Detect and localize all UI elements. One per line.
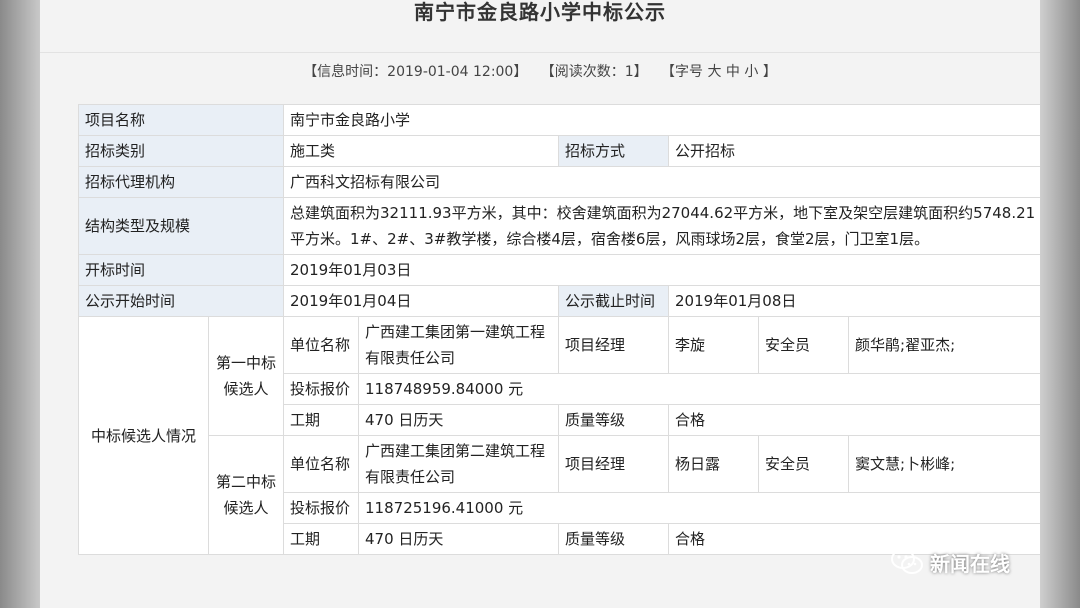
info-bar: 【信息时间：2019-01-04 12:00】 【阅读次数：1】 【字号 大 中… bbox=[40, 61, 1040, 81]
agency-value: 广西科文招标有限公司 bbox=[283, 166, 1040, 198]
title-divider bbox=[40, 52, 1040, 53]
period-label: 工期 bbox=[283, 523, 360, 555]
manager-value: 李旋 bbox=[668, 316, 760, 374]
price-label: 投标报价 bbox=[283, 492, 360, 524]
font-size-large-link[interactable]: 大 bbox=[707, 64, 721, 80]
table-row: 招标代理机构 广西科文招标有限公司 bbox=[77, 166, 1040, 198]
read-count: 【阅读次数：1】 bbox=[540, 64, 648, 80]
bid-method-label: 招标方式 bbox=[558, 135, 670, 167]
open-time-value: 2019年01月03日 bbox=[283, 254, 1040, 286]
price-value: 118748959.84000 元 bbox=[358, 373, 1040, 405]
blurred-right-edge bbox=[1040, 0, 1080, 608]
info-time: 【信息时间：2019-01-04 12:00】 bbox=[303, 64, 528, 80]
publicity-end-label: 公示截止时间 bbox=[558, 285, 670, 317]
candidates-group-label: 中标候选人情况 bbox=[78, 316, 209, 555]
table-row: 第二中标候选人 单位名称 广西建工集团第二建筑工程有限责任公司 项目经理 杨日露… bbox=[79, 435, 1040, 555]
publicity-start-value: 2019年01月04日 bbox=[283, 285, 560, 317]
candidate-rank-label: 第一中标候选人 bbox=[207, 316, 285, 436]
bid-category-value: 施工类 bbox=[283, 135, 560, 167]
table-row: 公示开始时间 2019年01月04日 公示截止时间 2019年01月08日 bbox=[77, 285, 1040, 317]
period-value: 470 日历天 bbox=[358, 404, 560, 436]
quality-label: 质量等级 bbox=[558, 404, 670, 436]
table-row: 中标候选人情况 第一中标候选人 单位名称 广西建工集团第一建筑工程有限责任公司 … bbox=[78, 316, 1040, 555]
watermark: 新闻在线 bbox=[890, 545, 1010, 579]
table-row: 结构类型及规模 总建筑面积为32111.93平方米，其中：校舍建筑面积为2704… bbox=[77, 197, 1040, 255]
price-label: 投标报价 bbox=[283, 373, 360, 405]
safety-label: 安全员 bbox=[758, 435, 850, 493]
period-label: 工期 bbox=[283, 404, 360, 436]
font-size-small-link[interactable]: 小 bbox=[744, 64, 758, 80]
project-name-label: 项目名称 bbox=[77, 104, 285, 136]
manager-label: 项目经理 bbox=[558, 316, 670, 374]
open-time-label: 开标时间 bbox=[77, 254, 285, 286]
font-size-prefix: 【字号 bbox=[661, 64, 703, 80]
structure-value: 总建筑面积为32111.93平方米，其中：校舍建筑面积为27044.62平方米，… bbox=[283, 197, 1040, 255]
table-row: 项目名称 南宁市金良路小学 bbox=[77, 104, 1040, 136]
unit-value: 广西建工集团第一建筑工程有限责任公司 bbox=[358, 316, 560, 374]
candidate-rank-label: 第二中标候选人 bbox=[207, 435, 285, 555]
font-size-suffix: 】 bbox=[762, 64, 777, 80]
structure-label: 结构类型及规模 bbox=[77, 197, 285, 255]
unit-label: 单位名称 bbox=[283, 316, 360, 374]
unit-value: 广西建工集团第二建筑工程有限责任公司 bbox=[358, 435, 560, 493]
bid-result-table: 项目名称 南宁市金良路小学 招标类别 施工类 招标方式 公开招标 招标代理机构 … bbox=[77, 104, 1040, 555]
manager-value: 杨日露 bbox=[668, 435, 760, 493]
publicity-start-label: 公示开始时间 bbox=[77, 285, 285, 317]
period-value: 470 日历天 bbox=[358, 523, 560, 555]
agency-label: 招标代理机构 bbox=[77, 166, 285, 198]
safety-label: 安全员 bbox=[758, 316, 850, 374]
font-size-medium-link[interactable]: 中 bbox=[726, 64, 740, 80]
blurred-left-edge bbox=[0, 0, 40, 608]
page-title: 南宁市金良路小学中标公示 bbox=[414, 0, 666, 24]
safety-value: 颜华鹃;翟亚杰; bbox=[848, 316, 1040, 374]
announcement-page: 南宁市金良路小学中标公示 【信息时间：2019-01-04 12:00】 【阅读… bbox=[40, 0, 1040, 608]
publicity-end-value: 2019年01月08日 bbox=[668, 285, 1040, 317]
table-row: 开标时间 2019年01月03日 bbox=[77, 254, 1040, 286]
quality-label: 质量等级 bbox=[558, 523, 670, 555]
unit-label: 单位名称 bbox=[283, 435, 360, 493]
quality-value: 合格 bbox=[668, 404, 1040, 436]
manager-label: 项目经理 bbox=[558, 435, 670, 493]
price-value: 118725196.41000 元 bbox=[358, 492, 1040, 524]
table-row: 招标类别 施工类 招标方式 公开招标 bbox=[77, 135, 1040, 167]
bid-method-value: 公开招标 bbox=[668, 135, 1040, 167]
safety-value: 窦文慧;卜彬峰; bbox=[848, 435, 1040, 493]
wechat-icon bbox=[891, 549, 923, 574]
project-name-value: 南宁市金良路小学 bbox=[283, 104, 1040, 136]
watermark-label: 新闻在线 bbox=[930, 551, 1010, 576]
bid-category-label: 招标类别 bbox=[77, 135, 285, 167]
